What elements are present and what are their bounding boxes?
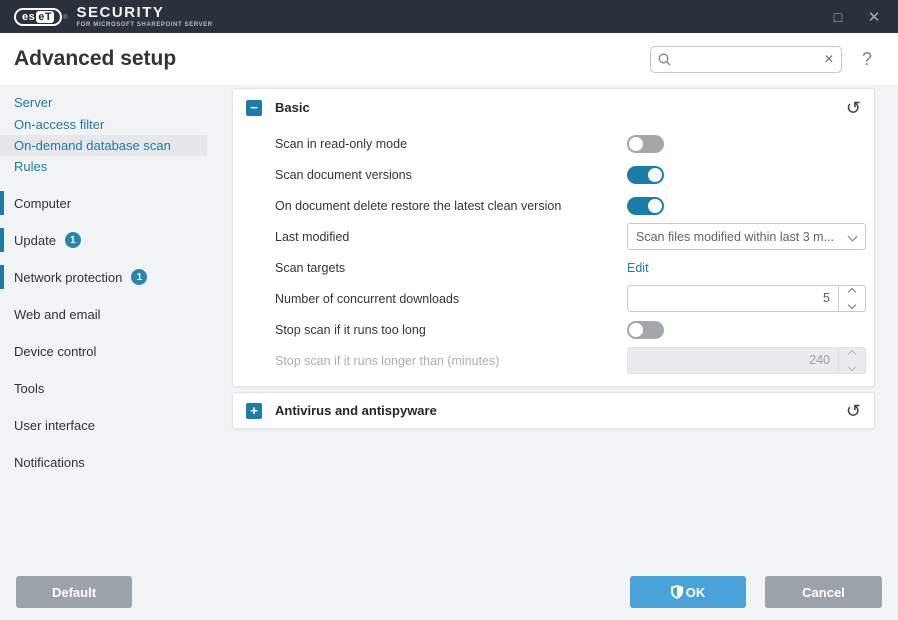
toggle-knob	[629, 137, 643, 151]
network-protection-badge: 1	[131, 269, 147, 285]
product-name: SECURITY	[77, 5, 213, 20]
toggle-knob	[648, 168, 662, 182]
setting-label: Scan document versions	[246, 168, 627, 182]
sidebar-item-on-access-filter[interactable]: On-access filter	[0, 114, 232, 135]
content: Server On-access filter On-demand databa…	[0, 85, 898, 620]
stepper-buttons	[839, 348, 865, 373]
stepper-down-icon	[839, 361, 865, 374]
registered-mark: ®	[63, 15, 67, 21]
help-icon[interactable]: ?	[862, 49, 872, 70]
section-title: Basic	[275, 100, 310, 115]
eset-logo-right: eT	[36, 11, 54, 23]
basic-section-rows: Scan in read-only mode Scan document ver…	[233, 126, 874, 386]
sidebar-item-label: Update	[14, 233, 56, 248]
scan-read-only-toggle[interactable]	[627, 135, 664, 153]
section-title: Antivirus and antispyware	[275, 403, 437, 418]
collapse-icon[interactable]: −	[246, 100, 262, 116]
update-badge: 1	[65, 232, 81, 248]
eset-logo-left: es	[22, 11, 35, 23]
setting-label: Scan targets	[246, 261, 627, 275]
sidebar-item-label: Tools	[14, 381, 44, 396]
toggle-knob	[629, 323, 643, 337]
close-icon[interactable]: ✕	[856, 0, 892, 33]
setting-label: On document delete restore the latest cl…	[246, 199, 627, 213]
titlebar: es eT ® SECURITY FOR MICROSOFT SHAREPOIN…	[0, 0, 898, 33]
revert-icon[interactable]: ↺	[846, 99, 861, 117]
stepper-value[interactable]: 5	[628, 286, 839, 311]
header: Advanced setup ✕ ?	[0, 33, 898, 85]
search-input[interactable]	[675, 52, 820, 66]
sidebar-item-tools[interactable]: Tools	[0, 375, 232, 401]
sidebar-item-update[interactable]: Update 1	[0, 227, 232, 253]
stepper-up-icon[interactable]	[839, 286, 865, 299]
sidebar-item-server[interactable]: Server	[0, 92, 232, 114]
sidebar-item-user-interface[interactable]: User interface	[0, 412, 232, 438]
setting-label: Stop scan if it runs too long	[246, 323, 627, 337]
concurrent-downloads-stepper[interactable]: 5	[627, 285, 866, 312]
sidebar-item-device-control[interactable]: Device control	[0, 338, 232, 364]
footer: Default OK Cancel	[0, 576, 898, 620]
sidebar-item-label: Notifications	[14, 455, 85, 470]
chevron-down-icon	[848, 232, 858, 242]
revert-icon[interactable]: ↺	[846, 402, 861, 420]
shield-icon	[671, 585, 683, 599]
sidebar-item-on-demand-database-scan[interactable]: On-demand database scan	[0, 135, 207, 156]
antivirus-section-card: + Antivirus and antispyware ↺	[232, 392, 875, 429]
setting-row-restore-clean-version: On document delete restore the latest cl…	[246, 190, 866, 221]
basic-section-header[interactable]: − Basic ↺	[233, 89, 874, 126]
basic-section-card: − Basic ↺ Scan in read-only mode Scan do…	[232, 88, 875, 387]
stop-scan-minutes-stepper: 240	[627, 347, 866, 374]
stepper-buttons	[839, 286, 865, 311]
setting-label: Last modified	[246, 230, 627, 244]
sidebar-item-rules[interactable]: Rules	[0, 156, 232, 177]
sidebar-item-label: Web and email	[14, 307, 100, 322]
stepper-up-icon	[839, 348, 865, 361]
setting-row-scan-targets: Scan targets Edit	[246, 252, 866, 283]
eset-logo: es eT	[14, 8, 62, 26]
stepper-value: 240	[628, 348, 839, 373]
restore-clean-version-toggle[interactable]	[627, 197, 664, 215]
scan-targets-edit-link[interactable]: Edit	[627, 261, 649, 275]
window-controls: □ ✕	[820, 0, 898, 33]
search-clear-icon[interactable]: ✕	[824, 52, 834, 66]
search-box[interactable]: ✕	[650, 46, 842, 73]
select-value: Scan files modified within last 3 m...	[636, 230, 834, 244]
setting-row-scan-document-versions: Scan document versions	[246, 159, 866, 190]
product-subtitle: FOR MICROSOFT SHAREPOINT SERVER	[77, 22, 213, 28]
setting-row-stop-scan: Stop scan if it runs too long	[246, 314, 866, 345]
search-icon	[658, 53, 671, 66]
ok-button-label: OK	[686, 585, 706, 600]
sidebar-item-label: Computer	[14, 196, 71, 211]
sidebar-item-notifications[interactable]: Notifications	[0, 449, 232, 475]
setting-row-stop-scan-minutes: Stop scan if it runs longer than (minute…	[246, 345, 866, 376]
expand-icon[interactable]: +	[246, 403, 262, 419]
setting-label: Scan in read-only mode	[246, 137, 627, 151]
antivirus-section-header[interactable]: + Antivirus and antispyware ↺	[233, 393, 874, 428]
sidebar-item-label: User interface	[14, 418, 95, 433]
sidebar: Server On-access filter On-demand databa…	[0, 85, 232, 620]
default-button[interactable]: Default	[16, 576, 132, 608]
stepper-down-icon[interactable]	[839, 299, 865, 312]
sidebar-item-label: Device control	[14, 344, 96, 359]
sidebar-item-network-protection[interactable]: Network protection 1	[0, 264, 232, 290]
page-title: Advanced setup	[14, 47, 176, 71]
product-brand: SECURITY FOR MICROSOFT SHAREPOINT SERVER	[77, 5, 213, 28]
setting-label: Number of concurrent downloads	[246, 292, 627, 306]
sidebar-item-web-and-email[interactable]: Web and email	[0, 301, 232, 327]
toggle-knob	[648, 199, 662, 213]
cancel-button[interactable]: Cancel	[765, 576, 882, 608]
sidebar-item-computer[interactable]: Computer	[0, 190, 232, 216]
setting-label: Stop scan if it runs longer than (minute…	[246, 354, 627, 368]
scan-document-versions-toggle[interactable]	[627, 166, 664, 184]
stop-scan-toggle[interactable]	[627, 321, 664, 339]
setting-row-concurrent-downloads: Number of concurrent downloads 5	[246, 283, 866, 314]
main-panel: − Basic ↺ Scan in read-only mode Scan do…	[232, 85, 898, 620]
setting-row-last-modified: Last modified Scan files modified within…	[246, 221, 866, 252]
sidebar-sections: Computer Update 1 Network protection 1 W…	[0, 190, 232, 475]
ok-button[interactable]: OK	[630, 576, 746, 608]
maximize-icon[interactable]: □	[820, 0, 856, 33]
setting-row-scan-read-only: Scan in read-only mode	[246, 128, 866, 159]
last-modified-select[interactable]: Scan files modified within last 3 m...	[627, 223, 866, 250]
sidebar-item-label: Network protection	[14, 270, 122, 285]
